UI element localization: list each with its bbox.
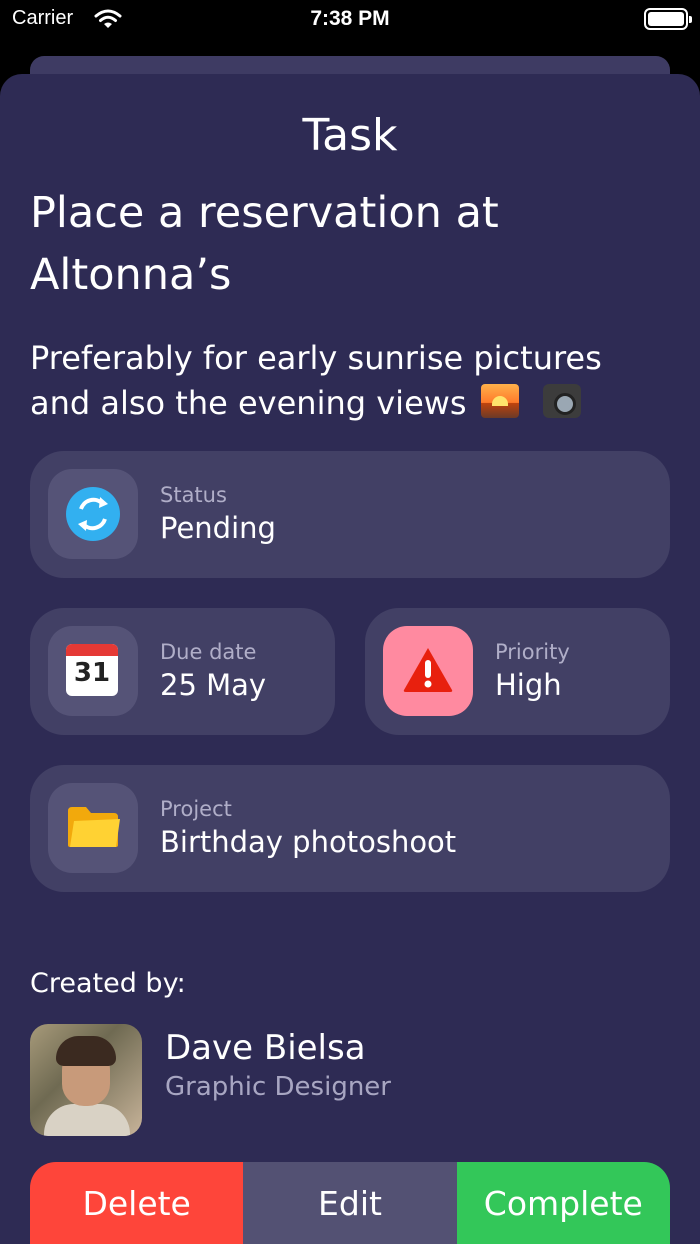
priority-label: Priority xyxy=(495,640,570,664)
task-detail-sheet: Task Place a reservation at Altonna’s Pr… xyxy=(0,74,700,1244)
sheet-title: Task xyxy=(302,110,398,161)
priority-value: High xyxy=(495,668,562,702)
task-title: Place a reservation at Altonna’s xyxy=(30,188,499,300)
status-card[interactable]: Status Pending xyxy=(30,451,670,578)
sunrise-emoji-icon xyxy=(480,384,519,418)
battery-icon xyxy=(644,8,692,30)
project-icon-box xyxy=(48,783,138,873)
project-value: Birthday photoshoot xyxy=(160,825,457,859)
calendar-day: 31 xyxy=(73,658,111,688)
due-date-icon-box: 31 xyxy=(48,626,138,716)
refresh-icon xyxy=(66,487,120,541)
priority-icon-box xyxy=(383,626,473,716)
creator-name: Dave Bielsa xyxy=(165,1028,366,1068)
calendar-icon: 31 xyxy=(66,644,118,696)
status-bar: Carrier 7:38 PM xyxy=(0,0,700,44)
due-date-value: 25 May xyxy=(160,668,267,702)
project-label: Project xyxy=(160,797,232,821)
folder-icon xyxy=(68,807,120,847)
due-date-card[interactable]: 31 Due date 25 May xyxy=(30,608,335,735)
status-icon-box xyxy=(48,469,138,559)
warning-icon xyxy=(403,648,453,692)
status-value: Pending xyxy=(160,511,276,545)
priority-card[interactable]: Priority High xyxy=(365,608,670,735)
status-label: Status xyxy=(160,483,227,507)
edit-button[interactable]: Edit xyxy=(243,1162,457,1244)
project-card[interactable]: Project Birthday photoshoot xyxy=(30,765,670,892)
camera-flash-emoji-icon xyxy=(542,384,581,418)
complete-button[interactable]: Complete xyxy=(456,1162,670,1244)
action-bar: Delete Edit Complete xyxy=(30,1162,670,1244)
clock: 7:38 PM xyxy=(310,7,390,30)
created-by-label: Created by: xyxy=(30,968,186,999)
task-description: Preferably for early sunrise pictures an… xyxy=(30,336,670,426)
delete-button[interactable]: Delete xyxy=(30,1162,244,1244)
creator-role: Graphic Designer xyxy=(165,1072,391,1102)
avatar[interactable] xyxy=(30,1024,142,1136)
due-date-label: Due date xyxy=(160,640,257,664)
